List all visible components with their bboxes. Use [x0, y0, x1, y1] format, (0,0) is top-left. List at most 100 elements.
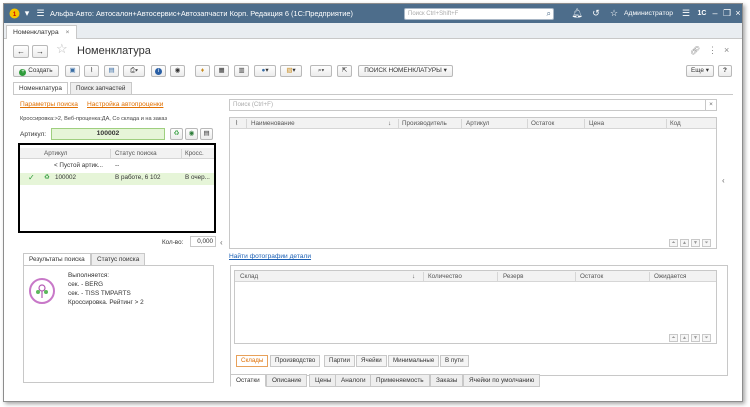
col-balance[interactable]: Остаток: [580, 271, 603, 282]
view-button[interactable]: ◉: [170, 65, 185, 77]
qty-input[interactable]: 0,000: [190, 236, 216, 247]
scroll-first-button[interactable]: ⏶: [669, 239, 678, 247]
copy-button[interactable]: ▣: [65, 65, 80, 77]
search-dropdown-button[interactable]: ⌕▾: [310, 65, 332, 77]
grid-header: ⌇ Наименование ↓ Производитель Артикул О…: [230, 118, 716, 129]
col-quantity[interactable]: Количество: [428, 271, 462, 282]
price-button[interactable]: ♦: [195, 65, 210, 77]
star-icon[interactable]: ☆: [608, 4, 620, 23]
create-based-button[interactable]: ▧▾: [280, 65, 302, 77]
col-expected[interactable]: Ожидается: [654, 271, 686, 282]
bottom-tab-analogs[interactable]: Аналоги: [335, 374, 372, 387]
hamburger-menu-icon[interactable]: ☰: [35, 4, 46, 23]
attach-button[interactable]: ⌇: [84, 65, 99, 77]
table-button[interactable]: ▥: [234, 65, 249, 77]
global-search-input[interactable]: Поиск Ctrl+Shift+F ⌕: [404, 8, 554, 20]
subtab-minimum[interactable]: Минимальные: [388, 355, 440, 367]
forward-button[interactable]: →: [32, 45, 48, 58]
favorite-star-icon[interactable]: ☆: [56, 41, 68, 57]
help-button[interactable]: ?: [718, 65, 732, 77]
scroll-down-button[interactable]: ▼: [691, 239, 700, 247]
bottom-tab-default-cells[interactable]: Ячейки по умолчанию: [463, 374, 541, 387]
actions-button[interactable]: ●▾: [254, 65, 276, 77]
bottom-tab-balances[interactable]: Остатки: [230, 374, 266, 387]
chevron-down-icon: ▾: [292, 67, 296, 74]
col-manufacturer[interactable]: Производитель: [402, 118, 447, 129]
chevron-down-icon: ▾: [265, 67, 269, 74]
subtab-batches[interactable]: Партии: [324, 355, 355, 367]
document-icon: ▦: [218, 67, 225, 74]
form-close-icon[interactable]: ×: [724, 45, 729, 55]
recycle-icon: ♻: [173, 130, 180, 137]
tab-nomenclature[interactable]: Номенклатура ×: [6, 25, 77, 39]
export-button[interactable]: ⇱: [337, 65, 352, 77]
find-photos-link[interactable]: Найти фотографии детали: [229, 253, 311, 260]
bottom-tab-orders[interactable]: Заказы: [430, 374, 464, 387]
scroll-down-button[interactable]: ▼: [691, 334, 700, 342]
recycle-button[interactable]: ♻: [170, 128, 183, 140]
stop-button[interactable]: ◉: [185, 128, 198, 140]
bell-icon[interactable]: 🔔︎: [571, 4, 583, 23]
bottom-tab-applicability[interactable]: Применяемость: [370, 374, 430, 387]
col-name[interactable]: Наименование: [251, 118, 295, 129]
back-button[interactable]: ←: [13, 45, 29, 58]
subtab-warehouses[interactable]: Склады: [236, 355, 269, 367]
chevron-down-icon: ▾: [705, 67, 709, 74]
print-button[interactable]: ⎙▾: [123, 65, 145, 77]
search-nomenclature-button[interactable]: ПОИСК НОМЕНКЛАТУРЫ ▾: [358, 65, 453, 77]
collapse-left-icon[interactable]: ‹: [220, 238, 223, 247]
scroll-up-button[interactable]: ▲: [680, 334, 689, 342]
close-icon[interactable]: ×: [733, 4, 742, 23]
create-button[interactable]: + Создать: [13, 65, 59, 77]
autoprice-settings-link[interactable]: Настройка автопроценки: [87, 101, 163, 108]
restore-icon[interactable]: ❐: [722, 4, 732, 23]
subtab-in-transit[interactable]: В пути: [440, 355, 469, 367]
scroll-first-button[interactable]: ⏶: [669, 334, 678, 342]
bottom-tab-prices[interactable]: Цены: [309, 374, 338, 387]
report-button[interactable]: ▤: [104, 65, 119, 77]
collapse-right-icon[interactable]: ‹: [722, 176, 725, 185]
user-name[interactable]: Администратор: [624, 4, 673, 23]
eye-icon: ◉: [174, 67, 181, 74]
more-vertical-icon[interactable]: ⋮: [708, 45, 717, 56]
dropdown-menu-icon[interactable]: ▾: [22, 4, 32, 23]
bottom-tab-description[interactable]: Описание: [266, 374, 308, 387]
col-reserve[interactable]: Резерв: [503, 271, 523, 282]
subtab-cells[interactable]: Ячейки: [356, 355, 387, 367]
create-button-label: Создать: [28, 67, 53, 74]
subtab-production[interactable]: Производство: [270, 355, 321, 367]
scroll-up-button[interactable]: ▲: [680, 239, 689, 247]
col-article[interactable]: Артикул: [44, 148, 67, 159]
link-icon[interactable]: 🔗︎: [690, 46, 700, 55]
row-article: < Пустой артик...: [54, 162, 104, 169]
col-cross[interactable]: Кросс.: [185, 148, 204, 159]
tab-close-icon[interactable]: ×: [66, 29, 70, 36]
info-button[interactable]: i: [151, 65, 166, 77]
article-input[interactable]: 100002: [51, 128, 165, 140]
stock-button[interactable]: ▦: [214, 65, 229, 77]
clear-button[interactable]: ▤: [200, 128, 213, 140]
table-icon: ▥: [238, 67, 245, 74]
minimize-icon[interactable]: –: [710, 4, 720, 23]
col-code[interactable]: Код: [670, 118, 681, 129]
table-row[interactable]: ✓ ♻ 100002 В работе, 6 102 В очер...: [20, 173, 214, 185]
col-price[interactable]: Цена: [589, 118, 604, 129]
tab-nomenclature-label: Номенклатура: [13, 29, 59, 36]
col-article-right[interactable]: Артикул: [466, 118, 489, 129]
right-search-input[interactable]: Поиск (Ctrl+F) ×: [229, 99, 717, 111]
col-warehouse[interactable]: Склад: [240, 271, 258, 282]
clear-list-icon: ▤: [203, 130, 210, 137]
clear-search-icon[interactable]: ×: [705, 100, 716, 110]
target-icon: ◉: [188, 130, 195, 137]
grid-header: Склад ↓ Количество Резерв Остаток Ожидае…: [235, 271, 716, 282]
scroll-last-button[interactable]: ⏷: [702, 334, 711, 342]
settings-menu-icon[interactable]: ☰: [681, 4, 691, 23]
scroll-last-button[interactable]: ⏷: [702, 239, 711, 247]
more-button[interactable]: Еще ▾: [686, 65, 714, 77]
col-stock[interactable]: Остаток: [531, 118, 554, 129]
history-icon[interactable]: ↺: [590, 4, 602, 23]
col-status[interactable]: Статус поиска: [115, 148, 157, 159]
search-status-panel: Выполняется: сек. - BERG сек. - TISS TMP…: [23, 265, 214, 383]
search-params-link[interactable]: Параметры поиска: [20, 101, 78, 108]
table-row[interactable]: < Пустой артик... --: [20, 161, 214, 172]
